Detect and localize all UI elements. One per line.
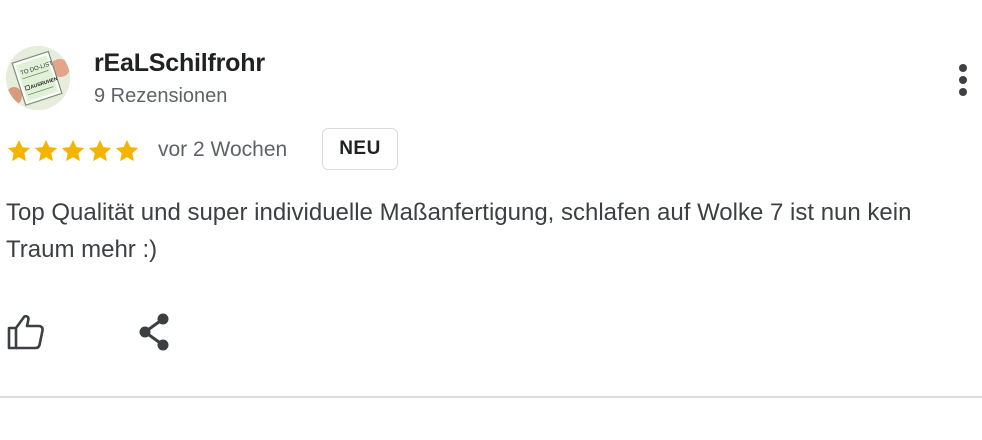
- star-icon: [115, 139, 139, 162]
- star-icon: [34, 139, 58, 162]
- more-vert-icon-dot: [959, 88, 967, 96]
- thumb-up-icon[interactable]: [6, 312, 46, 352]
- divider: [0, 396, 982, 398]
- star-icon: [61, 139, 85, 162]
- author-review-count: 9 Rezensionen: [94, 85, 228, 107]
- share-icon[interactable]: [135, 312, 173, 352]
- review-time: vor 2 Wochen: [158, 138, 288, 161]
- author-name[interactable]: rEaLSchilfrohr: [94, 49, 265, 78]
- review-text: Top Qualität und super individuelle Maßa…: [6, 199, 912, 263]
- more-vert-icon-dot: [959, 64, 967, 72]
- star-rating: [6, 138, 140, 164]
- new-badge: NEU: [322, 128, 398, 170]
- star-icon: [7, 139, 31, 162]
- more-vert-icon-dot: [959, 76, 967, 84]
- avatar[interactable]: TO DO-LIST AUSRUHEN: [6, 46, 70, 110]
- more-options-button[interactable]: [950, 60, 976, 100]
- avatar-image: TO DO-LIST AUSRUHEN: [6, 46, 70, 110]
- star-icon: [88, 139, 112, 162]
